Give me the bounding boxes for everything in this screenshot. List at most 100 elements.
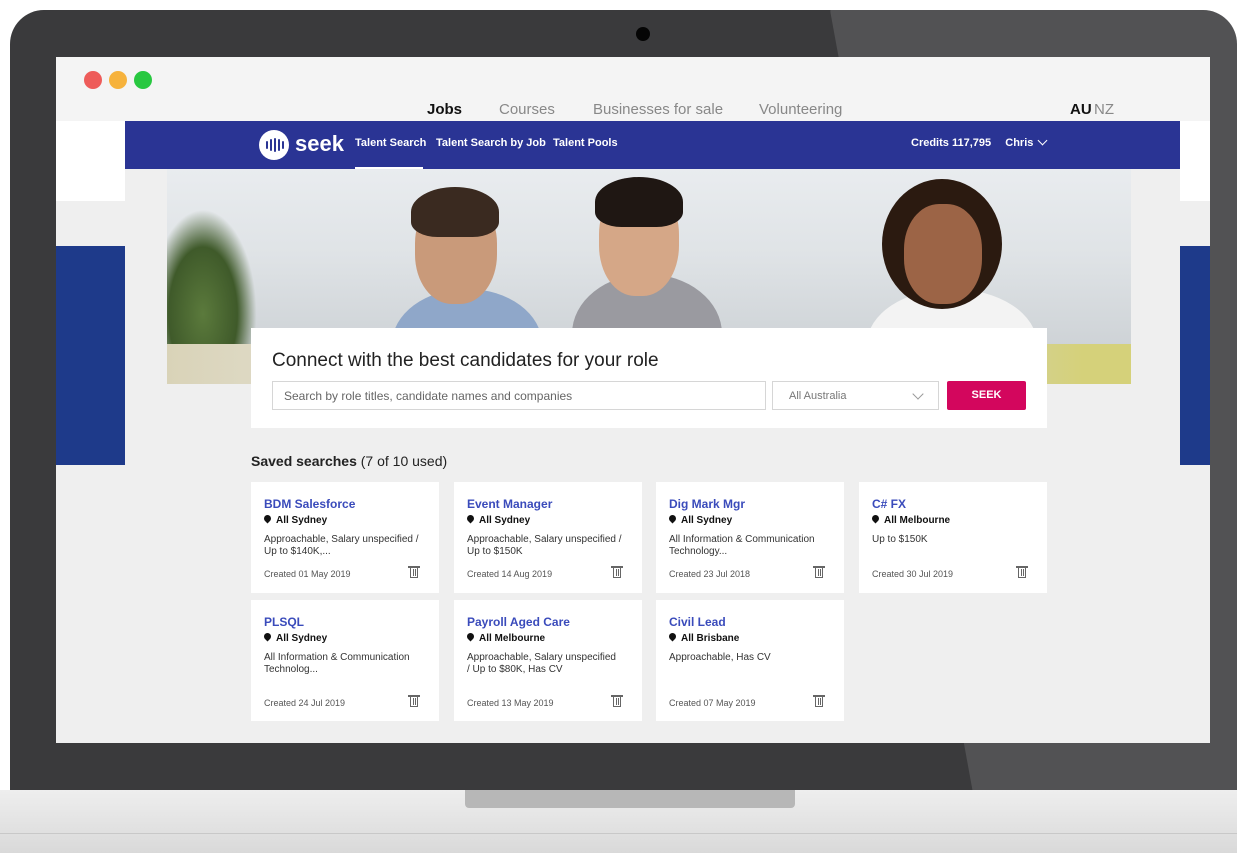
location-select[interactable]: All Australia xyxy=(772,381,939,410)
saved-search-description: All Information & Communication Technolo… xyxy=(669,534,815,557)
side-accent-left xyxy=(56,246,125,465)
trash-icon[interactable] xyxy=(611,695,623,707)
location-text: All Sydney xyxy=(276,633,328,644)
saved-search-description: Approachable, Has CV xyxy=(669,652,771,663)
saved-search-description: Approachable, Salary unspecified / Up to… xyxy=(264,534,419,557)
saved-search-card[interactable]: BDM Salesforce All Sydney Approachable, … xyxy=(251,482,439,593)
seek-logo-text[interactable]: seek xyxy=(295,131,344,157)
laptop-mockup: Jobs Courses Businesses for sale Volunte… xyxy=(0,0,1237,853)
location-text: All Melbourne xyxy=(884,515,951,526)
trash-icon[interactable] xyxy=(813,566,825,578)
credits-display: Credits 117,795 Chris xyxy=(911,135,1048,149)
saved-search-card[interactable]: Payroll Aged Care All Melbourne Approach… xyxy=(454,600,642,721)
side-accent-right xyxy=(1180,246,1210,465)
trash-icon[interactable] xyxy=(611,566,623,578)
trackpad xyxy=(465,790,795,808)
location-value: All Australia xyxy=(789,390,847,402)
user-name[interactable]: Chris xyxy=(1005,137,1033,149)
site-nav: Jobs Courses Businesses for sale Volunte… xyxy=(56,97,1210,121)
saved-search-title[interactable]: Event Manager xyxy=(467,497,552,511)
saved-search-location: All Sydney xyxy=(262,513,328,526)
saved-search-title[interactable]: C# FX xyxy=(872,497,906,511)
location-pin-icon xyxy=(262,631,273,642)
saved-search-title[interactable]: PLSQL xyxy=(264,615,304,629)
location-pin-icon xyxy=(465,631,476,642)
saved-search-card[interactable]: Event Manager All Sydney Approachable, S… xyxy=(454,482,642,593)
location-pin-icon xyxy=(465,513,476,524)
camera-icon xyxy=(636,27,650,41)
tab-talent-search-by-job[interactable]: Talent Search by Job xyxy=(436,137,546,149)
saved-search-card[interactable]: C# FX All Melbourne Up to $150K Created … xyxy=(859,482,1047,593)
person-1-hair xyxy=(411,187,499,237)
search-input[interactable]: Search by role titles, candidate names a… xyxy=(272,381,766,410)
saved-search-location: All Melbourne xyxy=(870,513,951,526)
close-window-button[interactable] xyxy=(84,71,102,89)
base-divider xyxy=(0,833,1237,834)
saved-search-location: All Sydney xyxy=(667,513,733,526)
search-card: Connect with the best candidates for you… xyxy=(251,328,1047,428)
region-nz[interactable]: NZ xyxy=(1094,101,1114,118)
browser-titlebar xyxy=(56,57,1210,97)
saved-search-card[interactable]: PLSQL All Sydney All Information & Commu… xyxy=(251,600,439,721)
saved-searches-title: Saved searches (7 of 10 used) xyxy=(251,453,447,469)
saved-search-card[interactable]: Dig Mark Mgr All Sydney All Information … xyxy=(656,482,844,593)
saved-search-card[interactable]: Civil Lead All Brisbane Approachable, Ha… xyxy=(656,600,844,721)
saved-search-created: Created 14 Aug 2019 xyxy=(467,569,553,579)
location-pin-icon xyxy=(262,513,273,524)
seek-header: seek Talent Search Talent Search by Job … xyxy=(125,121,1180,169)
location-text: All Sydney xyxy=(276,515,328,526)
maximize-window-button[interactable] xyxy=(134,71,152,89)
saved-search-description: All Information & Communication Technolo… xyxy=(264,652,410,675)
saved-search-title[interactable]: Civil Lead xyxy=(669,615,726,629)
saved-search-created: Created 23 Jul 2018 xyxy=(669,569,751,579)
person-2-hair xyxy=(595,177,683,227)
minimize-window-button[interactable] xyxy=(109,71,127,89)
page-margin-right xyxy=(1180,121,1210,201)
user-menu[interactable]: Chris xyxy=(1005,135,1048,149)
saved-search-description: Approachable, Salary unspecified / Up to… xyxy=(467,652,616,675)
site-nav-courses[interactable]: Courses xyxy=(499,101,555,118)
location-pin-icon xyxy=(667,513,678,524)
saved-search-location: All Melbourne xyxy=(465,631,546,644)
tab-talent-pools[interactable]: Talent Pools xyxy=(553,137,618,149)
saved-search-description: Up to $150K xyxy=(872,534,928,545)
saved-search-title[interactable]: Payroll Aged Care xyxy=(467,615,570,629)
location-pin-icon xyxy=(667,631,678,642)
location-text: All Sydney xyxy=(479,515,531,526)
credits-value: 117,795 xyxy=(951,137,992,149)
screen: Jobs Courses Businesses for sale Volunte… xyxy=(56,57,1210,743)
saved-search-created: Created 07 May 2019 xyxy=(669,698,756,708)
seek-logo-icon[interactable] xyxy=(259,130,289,160)
location-text: All Melbourne xyxy=(479,633,546,644)
tab-talent-search[interactable]: Talent Search xyxy=(355,137,426,149)
saved-searches-label: Saved searches xyxy=(251,453,357,469)
saved-search-title[interactable]: Dig Mark Mgr xyxy=(669,497,745,511)
location-pin-icon xyxy=(870,513,881,524)
chevron-down-icon[interactable] xyxy=(1037,135,1048,146)
location-text: All Sydney xyxy=(681,515,733,526)
chevron-down-icon xyxy=(912,388,924,400)
site-nav-businesses-for-sale[interactable]: Businesses for sale xyxy=(593,101,723,118)
region-au[interactable]: AU xyxy=(1070,101,1092,118)
credits-label: Credits xyxy=(911,137,949,149)
saved-search-created: Created 13 May 2019 xyxy=(467,698,554,708)
seek-search-button[interactable]: SEEK xyxy=(947,381,1026,410)
trash-icon[interactable] xyxy=(408,695,420,707)
site-nav-jobs[interactable]: Jobs xyxy=(427,101,462,118)
saved-search-created: Created 24 Jul 2019 xyxy=(264,698,346,708)
trash-icon[interactable] xyxy=(813,695,825,707)
saved-search-description: Approachable, Salary unspecified / Up to… xyxy=(467,534,622,557)
trash-icon[interactable] xyxy=(408,566,420,578)
site-nav-volunteering[interactable]: Volunteering xyxy=(759,101,842,118)
saved-search-created: Created 30 Jul 2019 xyxy=(872,569,954,579)
trash-icon[interactable] xyxy=(1016,566,1028,578)
search-heading: Connect with the best candidates for you… xyxy=(272,350,659,371)
location-text: All Brisbane xyxy=(681,633,740,644)
person-3-head xyxy=(904,204,982,304)
saved-search-location: All Brisbane xyxy=(667,631,740,644)
saved-search-created: Created 01 May 2019 xyxy=(264,569,351,579)
page-margin-left xyxy=(56,121,125,201)
saved-search-location: All Sydney xyxy=(262,631,328,644)
saved-search-title[interactable]: BDM Salesforce xyxy=(264,497,355,511)
saved-search-location: All Sydney xyxy=(465,513,531,526)
